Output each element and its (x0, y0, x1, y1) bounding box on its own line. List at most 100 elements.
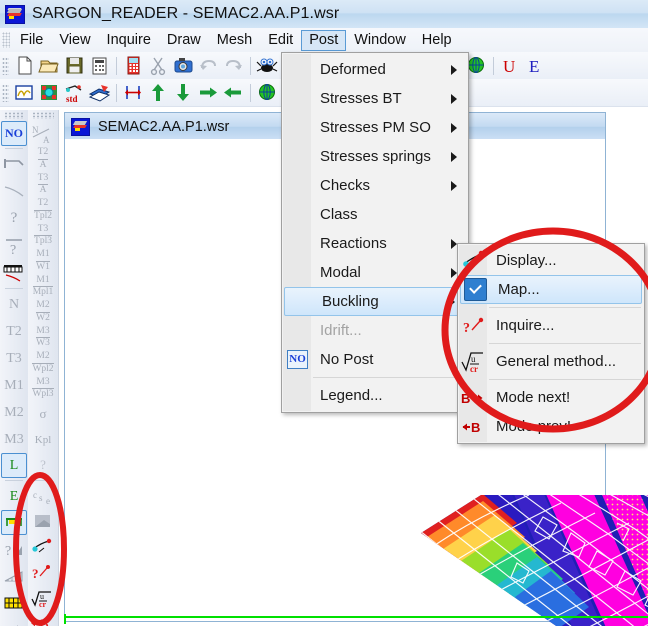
sigma2-icon[interactable]: σ (29, 402, 57, 428)
menubar-grip[interactable] (2, 32, 10, 48)
shade-square-icon[interactable] (29, 509, 57, 535)
toolbar-grip[interactable] (2, 84, 9, 102)
new-document-icon[interactable] (13, 54, 36, 77)
calculator-icon[interactable] (122, 54, 145, 77)
buckling-submenu[interactable]: Display... Map... ? Inquire... (457, 243, 645, 444)
shear-t3-icon[interactable]: T3 (1, 345, 27, 372)
menu-item-checks[interactable]: Checks (283, 171, 467, 200)
section-icon[interactable] (1, 259, 27, 286)
t2-over-a-icon[interactable]: T2A (29, 147, 57, 173)
cut-scissors-icon[interactable] (147, 54, 170, 77)
t3-over-a-icon[interactable]: T3A (29, 172, 57, 198)
menu-post[interactable]: Post (301, 30, 346, 51)
menu-item-modal[interactable]: Modal (283, 258, 467, 287)
c-sub-e-icon[interactable]: cse (29, 483, 57, 509)
menu-view[interactable]: View (51, 30, 98, 51)
shear-t2-icon[interactable]: T2 (1, 318, 27, 345)
m3-over-w3-icon[interactable]: M3W3 (29, 325, 57, 351)
n-over-a-icon[interactable]: NA (29, 121, 57, 147)
u-letter-icon[interactable]: U (499, 54, 522, 77)
submenu-item-mode-next[interactable]: B Mode next! (459, 383, 643, 412)
svg-text:U: U (503, 57, 515, 76)
m2-over-w2-icon[interactable]: M2W2 (29, 300, 57, 326)
submenu-item-inquire[interactable]: ? Inquire... (459, 311, 643, 340)
kpl-icon[interactable]: Kpl (29, 427, 57, 453)
moment-m2-icon[interactable]: M2 (1, 399, 27, 426)
question2-icon[interactable]: ? (29, 453, 57, 479)
submenu-item-general-method[interactable]: u cr General method... (459, 347, 643, 376)
svg-text:?: ? (32, 566, 39, 581)
toolbar-separator (493, 57, 494, 75)
submenu-item-mode-prev[interactable]: B Mode prev! (459, 412, 643, 441)
spider-icon[interactable] (256, 54, 279, 77)
gradient-icon[interactable] (1, 562, 27, 589)
modulus-e-icon[interactable]: E (1, 483, 27, 510)
mesh-node-icon[interactable] (38, 81, 61, 104)
menu-draw[interactable]: Draw (159, 30, 209, 51)
menu-item-stresses-bt[interactable]: Stresses BT (283, 84, 467, 113)
beam-span-icon[interactable] (1, 510, 27, 535)
bars-yellow-icon[interactable] (1, 589, 27, 616)
beam-end-icon[interactable] (1, 151, 27, 178)
menu-item-class[interactable]: Class (283, 200, 467, 229)
menu-help[interactable]: Help (414, 30, 460, 51)
graph-icon[interactable] (13, 81, 36, 104)
measure-icon[interactable] (122, 81, 145, 104)
menu-item-reactions[interactable]: Reactions (283, 229, 467, 258)
save-disk-icon[interactable] (63, 54, 86, 77)
diagonal-line-icon[interactable] (1, 178, 27, 205)
m1-over-mpl1-icon[interactable]: M1Mpl1 (29, 274, 57, 300)
globe-green-icon[interactable] (256, 81, 279, 104)
question-bar-icon[interactable]: ? (1, 232, 27, 259)
toolbar-grip[interactable] (32, 112, 54, 119)
buckling-display-icon[interactable] (29, 534, 57, 560)
submenu-arrow-icon (451, 152, 457, 162)
menu-file[interactable]: File (12, 30, 51, 51)
menu-item-no-post[interactable]: NO No Post (283, 345, 467, 374)
submenu-item-map[interactable]: Map... (460, 275, 642, 304)
camera-icon[interactable] (172, 54, 195, 77)
t2-over-tpl2-icon[interactable]: T2Tpl2 (29, 198, 57, 224)
arrow-down-icon[interactable] (172, 81, 195, 104)
toolbar-grip[interactable] (4, 112, 24, 119)
question-shade-icon[interactable]: ? (1, 535, 27, 562)
arrow-left-icon[interactable] (222, 81, 245, 104)
e-letter-icon[interactable]: E (524, 54, 547, 77)
menu-item-buckling[interactable]: Buckling (284, 287, 466, 316)
print-icon[interactable] (88, 54, 111, 77)
buckling-inquire-icon[interactable]: ? (29, 560, 57, 586)
m3-over-wpl3-icon[interactable]: M3Wpl3 (29, 376, 57, 402)
m2-over-wpl2-icon[interactable]: M2Wpl2 (29, 351, 57, 377)
menu-edit[interactable]: Edit (260, 30, 301, 51)
t3-over-tpl3-icon[interactable]: T3Tpl3 (29, 223, 57, 249)
open-folder-icon[interactable] (38, 54, 61, 77)
axial-n-icon[interactable]: N (1, 291, 27, 318)
mode-prev-icon[interactable]: B (29, 611, 57, 626)
menu-item-deformed[interactable]: Deformed (283, 55, 467, 84)
sigma-icon[interactable]: σ (1, 616, 27, 626)
svg-text:B: B (461, 391, 470, 406)
menu-mesh[interactable]: Mesh (209, 30, 260, 51)
menu-item-legend[interactable]: Legend... (283, 381, 467, 410)
menu-item-stresses-springs[interactable]: Stresses springs (283, 142, 467, 171)
arrow-right-icon[interactable] (197, 81, 220, 104)
menu-window[interactable]: Window (346, 30, 414, 51)
submenu-item-display[interactable]: Display... (459, 246, 643, 275)
general-method-icon[interactable]: ucr (29, 585, 57, 611)
post-dropdown[interactable]: Deformed Stresses BT Stresses PM SO Stre… (281, 52, 469, 413)
svg-text:?: ? (10, 243, 16, 256)
length-l-icon[interactable]: L (1, 453, 27, 478)
toolbar-grip[interactable] (2, 57, 9, 75)
menu-item-stresses-pm-so[interactable]: Stresses PM SO (283, 113, 467, 142)
no-post-icon[interactable]: NO (1, 121, 27, 146)
menu-inquire[interactable]: Inquire (99, 30, 159, 51)
m1-over-w1-icon[interactable]: M1W1 (29, 249, 57, 275)
arrow-up-icon[interactable] (147, 81, 170, 104)
render-icon[interactable] (88, 81, 111, 104)
fem-mesh-plot (421, 493, 648, 626)
question-icon[interactable]: ? (1, 205, 27, 232)
std-icon[interactable]: std (63, 81, 86, 104)
moment-m1-icon[interactable]: M1 (1, 372, 27, 399)
moment-m3-icon[interactable]: M3 (1, 426, 27, 453)
menu-separator (489, 307, 641, 308)
